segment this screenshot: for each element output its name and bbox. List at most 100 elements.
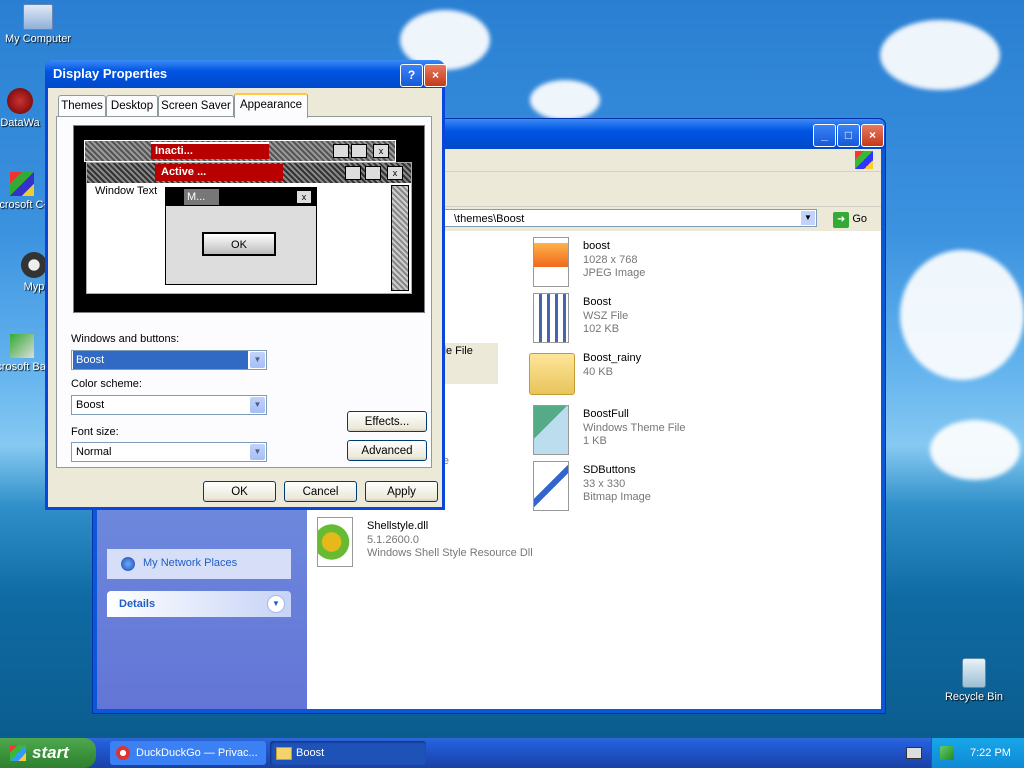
preview-close-icon: x: [373, 144, 389, 158]
desktop-icon-label: My Computer: [4, 33, 72, 45]
recycle-bin-icon: [962, 658, 986, 688]
preview-close-icon: x: [387, 166, 403, 180]
color-scheme-select[interactable]: Boost ▼: [71, 395, 267, 415]
cloud: [900, 250, 1024, 380]
tab-themes[interactable]: Themes: [58, 95, 106, 116]
file-meta: 1028 x 768 JPEG Image: [583, 254, 646, 279]
windows-flag-icon: [10, 745, 26, 761]
help-button[interactable]: ?: [400, 64, 423, 87]
details-header-label: Details: [119, 598, 156, 610]
go-button[interactable]: ➜ Go: [833, 210, 867, 228]
close-button[interactable]: ×: [861, 124, 884, 147]
address-text: \themes\Boost: [454, 213, 525, 225]
app-shortcut-icon: [7, 88, 33, 114]
desktop-icon-label: Myp: [23, 281, 45, 293]
go-arrow-icon: ➜: [833, 212, 850, 228]
dll-icon: [317, 517, 353, 567]
list-item[interactable]: BoostFull Windows Theme File 1 KB: [533, 403, 733, 457]
taskbar: start DuckDuckGo — Privac... Boost 7:22 …: [0, 738, 1024, 768]
wsz-file-icon: [533, 293, 569, 343]
network-places-link[interactable]: My Network Places: [143, 557, 237, 569]
taskbar-button-duckduckgo[interactable]: DuckDuckGo — Privac...: [110, 741, 266, 765]
chevron-down-icon[interactable]: ▼: [250, 444, 265, 460]
color-scheme-value: Boost: [76, 399, 105, 411]
details-panel-header[interactable]: Details ▼: [107, 591, 291, 617]
minimize-button[interactable]: _: [813, 124, 836, 147]
list-item[interactable]: SDButtons 33 x 330 Bitmap Image: [533, 459, 733, 513]
other-places-panel: My Network Places: [107, 549, 291, 579]
font-size-label: Font size:: [71, 426, 119, 438]
effects-button[interactable]: Effects...: [347, 411, 427, 432]
display-properties-dialog: Display Properties ? × Themes Desktop Sc…: [45, 60, 447, 510]
windows-buttons-value: Boost: [73, 351, 248, 369]
desktop-icon-recycle-bin[interactable]: Recycle Bin: [936, 658, 1012, 703]
network-places-icon: [121, 557, 135, 571]
preview-active-title: Active ...: [155, 164, 283, 181]
windows-buttons-select[interactable]: Boost ▼: [71, 350, 267, 370]
start-label: start: [32, 743, 69, 762]
file-name: Boost_rainy: [583, 352, 642, 364]
preview-message-close-icon: x: [296, 190, 312, 204]
dialog-close-button[interactable]: ×: [424, 64, 447, 87]
system-tray: 7:22 PM: [931, 738, 1024, 768]
apply-button[interactable]: Apply: [365, 481, 438, 502]
preview-scrollbar: [391, 185, 409, 291]
theme-file-icon: [533, 405, 569, 455]
taskbar-button-label: DuckDuckGo — Privac...: [136, 747, 258, 759]
preview-min-icon: [345, 166, 361, 180]
keyboard-icon[interactable]: [906, 747, 922, 759]
taskbar-button-boost[interactable]: Boost: [270, 741, 426, 765]
clock[interactable]: 7:22 PM: [970, 738, 1011, 768]
file-name: Shellstyle.dll: [367, 520, 429, 532]
tab-appearance[interactable]: Appearance: [234, 93, 308, 118]
preview-message-box: M... x OK: [165, 187, 317, 285]
list-item[interactable]: Boost WSZ File 102 KB: [533, 291, 733, 345]
preview-max-icon: [351, 144, 367, 158]
start-button[interactable]: start: [0, 738, 96, 768]
visual-basic-icon: [10, 334, 34, 358]
dialog-title: Display Properties: [53, 66, 168, 81]
color-scheme-label: Color scheme:: [71, 378, 142, 390]
ok-button[interactable]: OK: [203, 481, 276, 502]
preview-inactive-titlebar: Inacti... x: [84, 140, 396, 162]
cancel-button[interactable]: Cancel: [284, 481, 357, 502]
address-dropdown-icon[interactable]: ▼: [801, 211, 815, 225]
network-tray-icon[interactable]: [940, 746, 954, 760]
tab-screen-saver[interactable]: Screen Saver: [158, 95, 234, 116]
cloud: [880, 20, 1000, 90]
preview-max-icon: [365, 166, 381, 180]
file-name: SDButtons: [583, 464, 636, 476]
visual-cpp-icon: [10, 172, 34, 196]
preview-inactive-title: Inacti...: [151, 142, 269, 159]
windows-logo-icon: [855, 151, 873, 169]
taskbar-button-label: Boost: [296, 747, 325, 759]
appearance-tab-panel: Inacti... x Active ... x Window Text M..…: [56, 116, 432, 468]
chevron-down-icon[interactable]: ▼: [267, 595, 285, 613]
font-size-value: Normal: [76, 446, 112, 458]
chevron-down-icon[interactable]: ▼: [250, 397, 265, 413]
cloud: [930, 420, 1020, 480]
tab-desktop[interactable]: Desktop: [106, 95, 158, 116]
file-meta: 40 KB: [583, 366, 613, 378]
list-item[interactable]: Shellstyle.dll 5.1.2600.0 Windows Shell S…: [317, 515, 577, 569]
duckduckgo-icon: [116, 746, 130, 760]
list-item[interactable]: Boost_rainy 40 KB: [529, 347, 729, 401]
list-item[interactable]: boost 1028 x 768 JPEG Image: [533, 235, 733, 289]
maximize-button[interactable]: □: [837, 124, 860, 147]
font-size-select[interactable]: Normal ▼: [71, 442, 267, 462]
file-name: boost: [583, 240, 610, 252]
bitmap-icon: [533, 461, 569, 511]
file-meta: 5.1.2600.0 Windows Shell Style Resource D…: [367, 534, 533, 559]
dialog-titlebar[interactable]: Display Properties: [45, 60, 445, 88]
file-meta: WSZ File 102 KB: [583, 310, 629, 335]
desktop-icon-my-computer[interactable]: My Computer: [0, 4, 76, 45]
partial-file-label: yle File: [438, 343, 498, 384]
windows-buttons-label: Windows and buttons:: [71, 333, 180, 345]
desktop-icon-label: DataWa: [0, 117, 40, 129]
folder-icon: [276, 747, 292, 760]
chevron-down-icon[interactable]: ▼: [250, 352, 265, 368]
desktop-icon-label: Recycle Bin: [944, 691, 1004, 703]
preview-message-title: M...: [184, 189, 219, 205]
advanced-button[interactable]: Advanced: [347, 440, 427, 461]
appearance-preview: Inacti... x Active ... x Window Text M..…: [73, 125, 425, 313]
